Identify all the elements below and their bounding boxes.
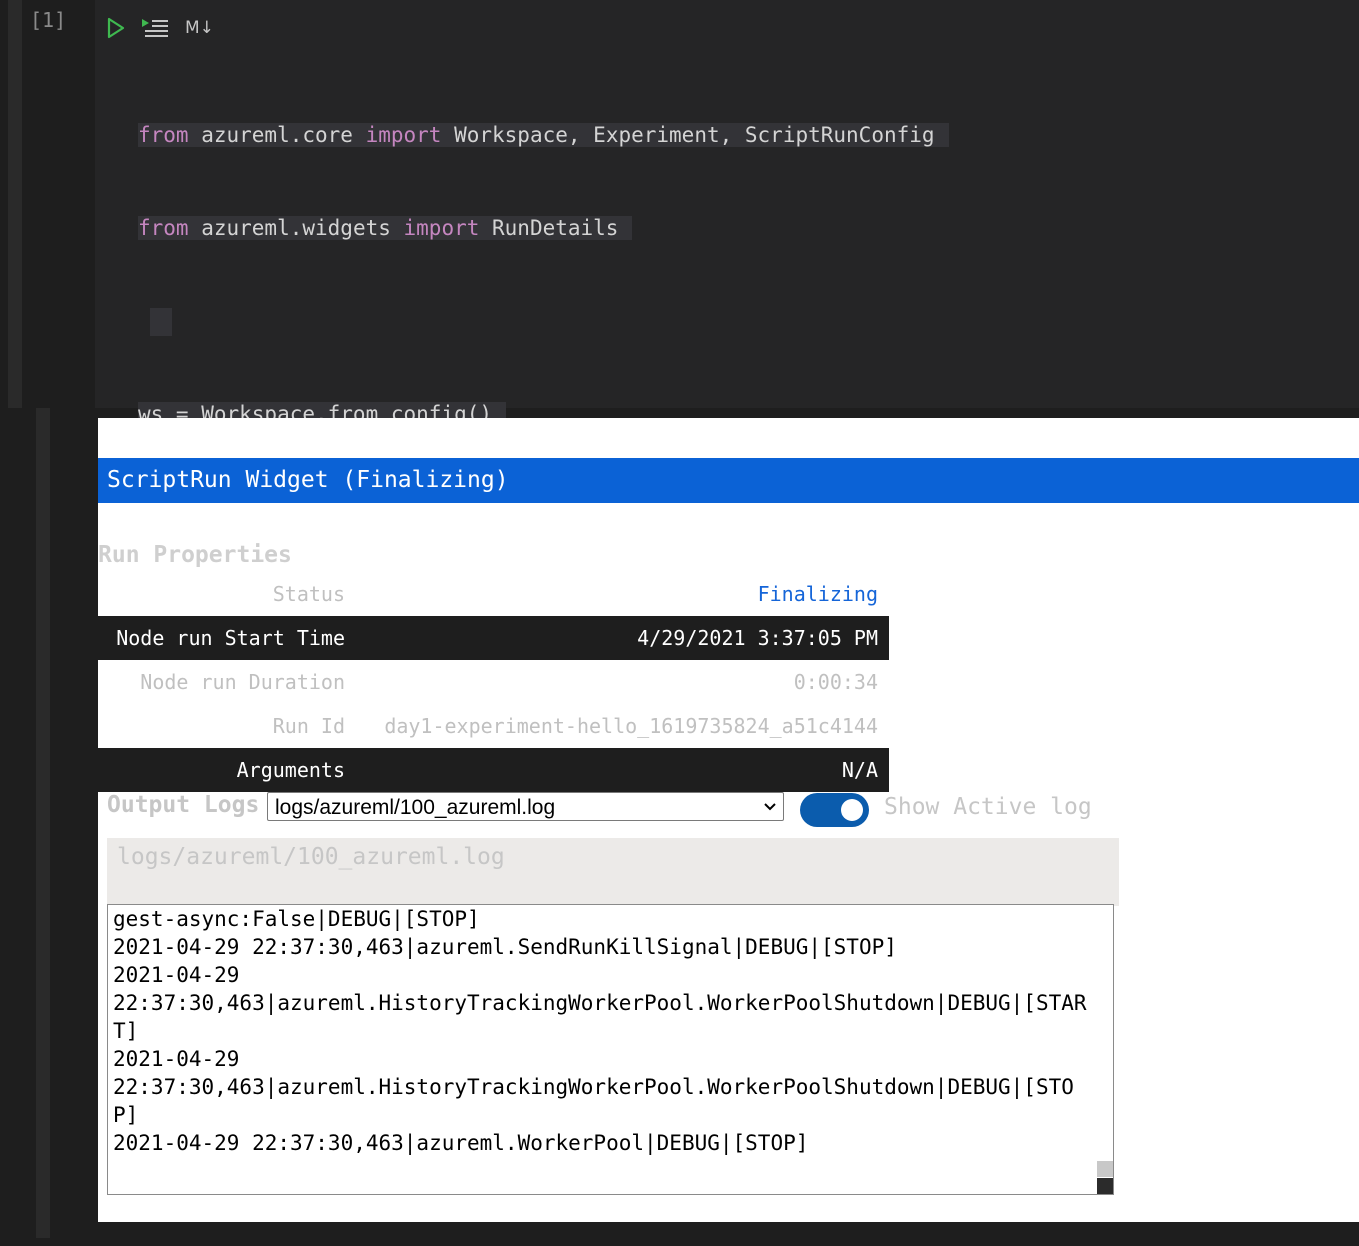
code-line-1: from azureml.core import Workspace, Expe…	[138, 123, 949, 147]
show-active-log-toggle[interactable]	[800, 793, 869, 827]
property-row-status: Status Finalizing	[98, 572, 889, 616]
cell-output: ScriptRun Widget (Finalizing) Run Proper…	[98, 418, 1359, 1222]
status-value: Finalizing	[757, 582, 878, 606]
run-properties-heading: Run Properties	[98, 542, 292, 568]
log-path-text: logs/azureml/100_azureml.log	[117, 844, 505, 870]
toggle-knob	[841, 799, 863, 821]
run-below-icon[interactable]	[141, 14, 169, 42]
widget-title-bar: ScriptRun Widget (Finalizing)	[98, 458, 1359, 503]
output-gutter-bar	[36, 408, 50, 1238]
property-value: N/A	[841, 758, 878, 782]
code-line-2: from azureml.widgets import RunDetails	[138, 216, 633, 240]
execution-count: [1]	[30, 8, 67, 32]
property-key: Status	[272, 582, 345, 606]
property-value: day1-experiment-hello_1619735824_a51c414…	[384, 714, 878, 738]
log-content: gest-async:False|DEBUG|[STOP] 2021-04-29…	[113, 907, 1087, 1155]
log-file-select[interactable]: logs/azureml/100_azureml.log	[267, 792, 784, 821]
property-key: Node run Duration	[140, 670, 345, 694]
property-row-start-time: Node run Start Time 4/29/2021 3:37:05 PM	[98, 616, 889, 660]
chevron-down-icon	[763, 793, 777, 832]
output-logs-heading: Output Logs	[107, 792, 260, 818]
code-line-3	[150, 308, 172, 336]
property-key: Run Id	[272, 714, 345, 738]
property-row-arguments: Arguments N/A	[98, 748, 889, 792]
cell-gutter-bar	[8, 0, 22, 408]
resize-handle[interactable]	[1097, 1178, 1113, 1194]
cell-toolbar: M↓	[95, 0, 1359, 52]
log-select-value: logs/azureml/100_azureml.log	[275, 796, 556, 819]
log-path-header: logs/azureml/100_azureml.log	[107, 838, 1119, 906]
property-value: 0:00:34	[793, 670, 878, 694]
markdown-toggle-button[interactable]: M↓	[185, 14, 214, 42]
play-icon[interactable]	[107, 14, 125, 42]
log-textarea[interactable]: gest-async:False|DEBUG|[STOP] 2021-04-29…	[107, 904, 1114, 1195]
show-active-log-label: Show Active log	[884, 794, 1092, 820]
property-row-run-id: Run Id day1-experiment-hello_1619735824_…	[98, 704, 889, 748]
property-value: 4/29/2021 3:37:05 PM	[637, 626, 878, 650]
property-key: Node run Start Time	[116, 626, 345, 650]
scrollbar-thumb[interactable]	[1097, 1161, 1113, 1177]
property-row-duration: Node run Duration 0:00:34	[98, 660, 889, 704]
property-key: Arguments	[236, 758, 345, 782]
